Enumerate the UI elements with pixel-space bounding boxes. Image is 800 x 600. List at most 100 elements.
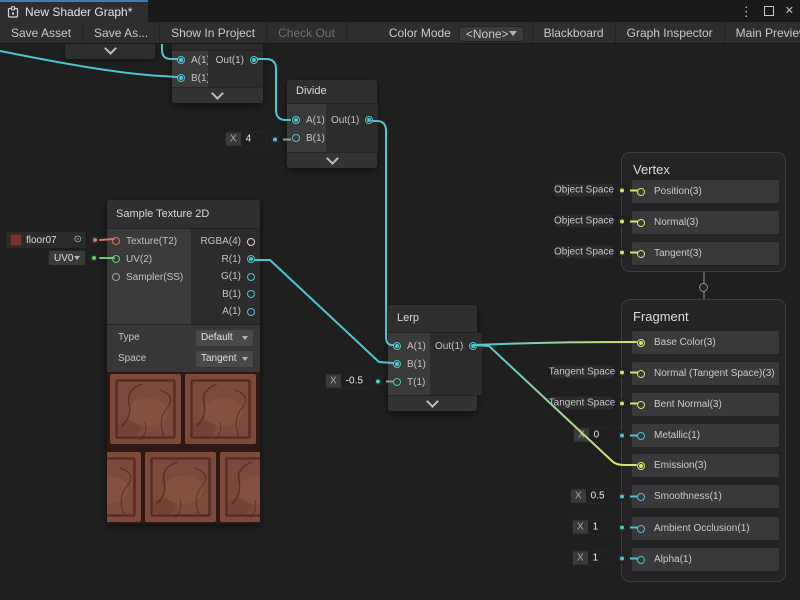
fragment-row-metallic[interactable]: Metallic(1) [632,424,779,447]
math-node-partial[interactable]: A(1) B(1) Out(1) [172,44,263,103]
stack-connector-port[interactable] [699,283,708,292]
port-out[interactable] [250,56,258,64]
fragment-row-alpha[interactable]: Alpha(1) [632,548,779,571]
inline-port-box[interactable] [617,185,627,195]
lerp-port-out[interactable] [469,342,477,350]
smoothness-value-field[interactable]: X 0.5 [570,489,614,504]
emission-port[interactable] [637,462,645,470]
x-value[interactable]: 0.5 [586,490,613,503]
ambient-occlusion-port[interactable] [637,525,645,533]
inline-port-box[interactable] [617,367,627,377]
sample-port-uv[interactable] [112,255,120,263]
lerp-node[interactable]: Lerp A(1) B(1) T(1) Out(1) [388,305,477,411]
space-tag[interactable]: Object Space [554,214,614,229]
inline-port-box[interactable] [617,216,627,226]
port-a-in[interactable] [177,56,185,64]
texture-object-field[interactable]: floor07 ⊙ [5,231,87,249]
space-dropdown[interactable]: Tangent [196,351,253,367]
x-value[interactable]: 0 [589,429,613,442]
inline-port-box[interactable] [617,491,627,501]
sample-port-r[interactable] [247,255,255,263]
node-collapse-bar[interactable] [388,395,477,411]
base-color-port[interactable] [637,339,645,347]
lerp-port-t[interactable] [393,378,401,386]
graph-inspector-toggle-button[interactable]: Graph Inspector [615,22,724,43]
main-preview-toggle-button[interactable]: Main Preview [724,22,800,43]
vertex-block[interactable]: Vertex Position(3) Normal(3) Tangent(3) [621,152,786,272]
bent-normal-port[interactable] [637,401,645,409]
ambient-occlusion-value-field[interactable]: X 1 [572,520,614,535]
normal-ts-port[interactable] [637,370,645,378]
show-in-project-button[interactable]: Show In Project [160,22,267,43]
position-port[interactable] [637,188,645,196]
blackboard-toggle-button[interactable]: Blackboard [532,22,615,43]
node-collapse-bar[interactable] [172,87,263,103]
lerp-port-b[interactable] [393,360,401,368]
inline-port-box[interactable] [373,376,383,386]
x-value[interactable]: 1 [588,552,613,565]
collapsed-node[interactable] [65,42,155,59]
smoothness-port[interactable] [637,493,645,501]
space-tag[interactable]: Object Space [554,245,614,260]
space-tag[interactable]: Tangent Space [550,365,614,380]
vertex-row-tangent[interactable]: Tangent(3) [632,242,779,265]
sample-port-g[interactable] [247,273,255,281]
vertex-row-normal[interactable]: Normal(3) [632,211,779,234]
edge-sample-r-to-lerp-b[interactable] [255,260,393,363]
fragment-block[interactable]: Fragment Base Color(3) Normal (Tangent S… [621,299,786,582]
inline-port-box[interactable] [617,247,627,257]
metallic-value-field[interactable]: X 0 [573,428,614,443]
tab-new-shader-graph[interactable]: New Shader Graph* [0,0,148,22]
inline-port-box[interactable] [617,398,627,408]
close-icon[interactable]: ✕ [785,6,794,17]
edge-lerp-out-to-base-color[interactable] [474,342,636,345]
fragment-row-base-color[interactable]: Base Color(3) [632,331,779,354]
fragment-row-ambient-occlusion[interactable]: Ambient Occlusion(1) [632,517,779,540]
fragment-row-emission[interactable]: Emission(3) [632,454,779,477]
alpha-port[interactable] [637,556,645,564]
divide-b-value-field[interactable]: X 4 [225,132,267,147]
inline-port-box[interactable] [270,134,280,144]
maximize-icon[interactable] [764,6,774,16]
fragment-row-bent-normal[interactable]: Bent Normal(3) [632,393,779,416]
object-picker-icon[interactable]: ⊙ [74,235,82,245]
space-tag[interactable]: Tangent Space [550,396,614,411]
more-icon[interactable]: ⋮ [740,5,753,18]
metallic-port[interactable] [637,432,645,440]
divide-port-b[interactable] [292,134,300,142]
vertex-row-position[interactable]: Position(3) [632,180,779,203]
save-asset-button[interactable]: Save Asset [0,22,83,43]
sample-port-sampler[interactable] [112,273,120,281]
inline-port-box[interactable] [90,235,100,245]
fragment-row-smoothness[interactable]: Smoothness(1) [632,485,779,508]
node-collapse-bar[interactable] [287,152,377,168]
divide-port-out[interactable] [365,116,373,124]
color-mode-dropdown[interactable]: <None> [459,26,524,42]
type-dropdown[interactable]: Default [196,330,253,346]
normal-port[interactable] [637,219,645,227]
divide-port-a[interactable] [292,116,300,124]
sample-texture-2d-node[interactable]: Sample Texture 2D Texture(T2) UV(2) Samp… [107,200,260,524]
uv-channel-dropdown[interactable]: UV0 [48,250,86,266]
sample-port-a[interactable] [247,308,255,316]
lerp-t-value-field[interactable]: X -0.5 [325,374,370,389]
inline-port-box[interactable] [617,553,627,563]
sample-port-rgba[interactable] [247,238,255,246]
sample-port-texture[interactable] [112,237,120,245]
sample-port-b[interactable] [247,290,255,298]
x-value[interactable]: -0.5 [341,375,369,388]
port-b-in[interactable] [177,74,185,82]
inline-port-box[interactable] [89,253,99,263]
space-tag[interactable]: Object Space [554,183,614,198]
fragment-row-normal-ts[interactable]: Normal (Tangent Space)(3) [632,362,779,385]
check-out-button[interactable]: Check Out [267,22,347,43]
x-value[interactable]: 1 [588,521,613,534]
alpha-value-field[interactable]: X 1 [572,551,614,566]
inline-port-box[interactable] [617,522,627,532]
divide-node[interactable]: Divide A(1) B(1) Out(1) [287,80,377,168]
tangent-port[interactable] [637,250,645,258]
inline-port-box[interactable] [617,430,627,440]
x-value[interactable]: 4 [241,133,266,146]
lerp-port-a[interactable] [393,342,401,350]
save-as-button[interactable]: Save As... [83,22,160,43]
